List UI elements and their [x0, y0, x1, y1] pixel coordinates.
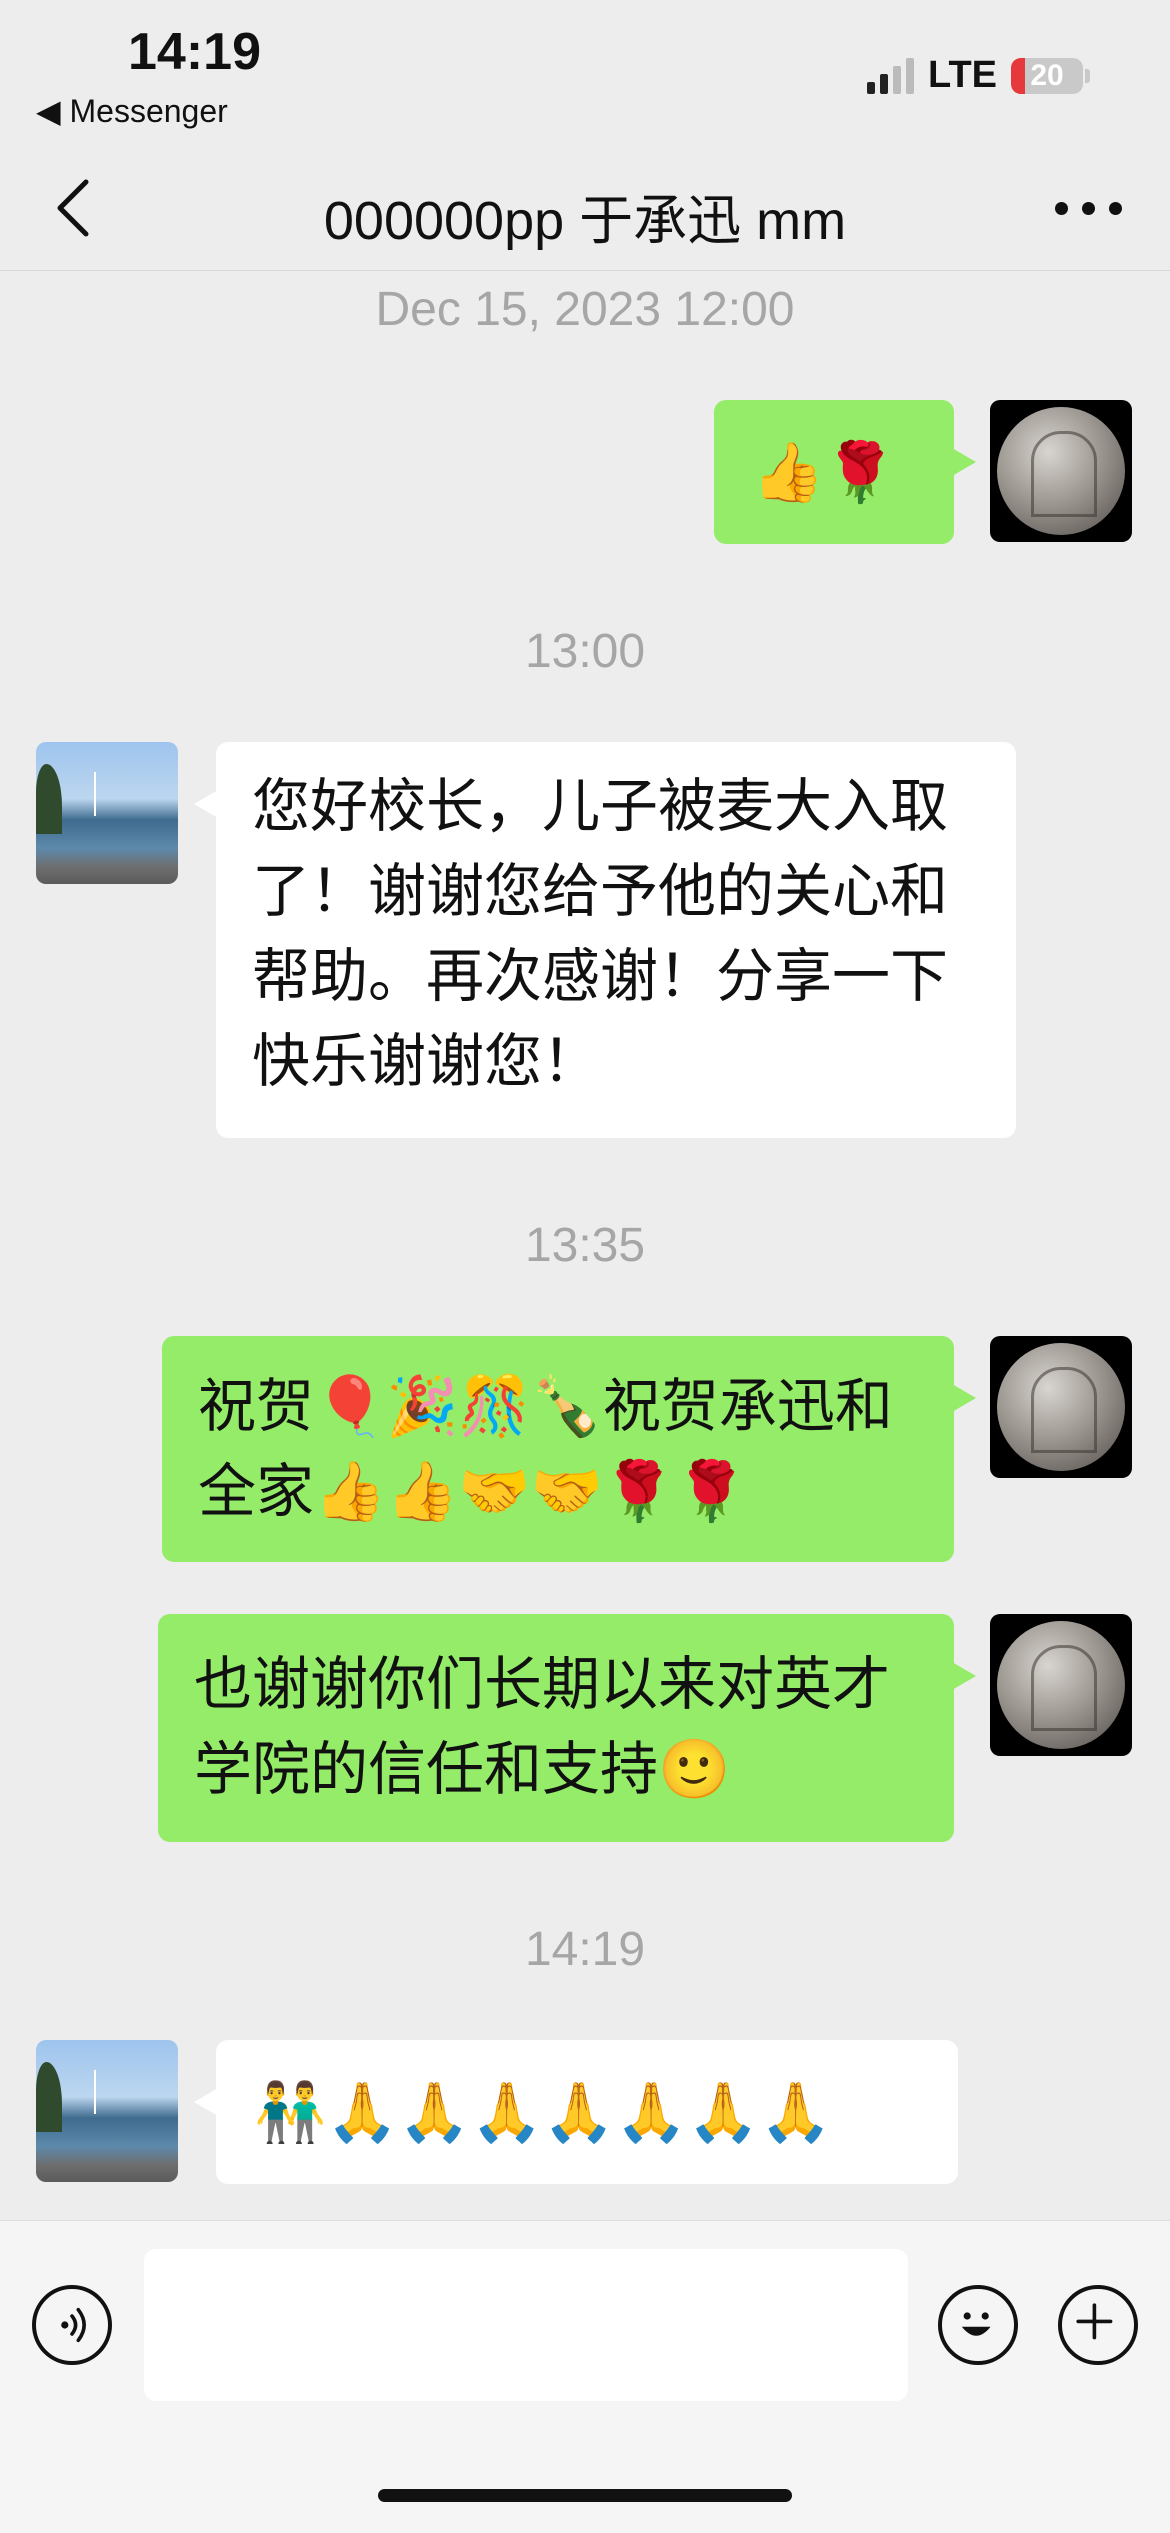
more-dots-icon[interactable]	[1055, 202, 1122, 215]
message-bubble-received[interactable]: 👬🙏🙏🙏🙏🙏🙏🙏	[194, 2040, 958, 2184]
message-text: 您好校长，儿子被麦大入取了！谢谢您给予他的关心和帮助。再次感谢！分享一下快乐谢谢…	[252, 772, 949, 1095]
network-type: LTE	[928, 54, 997, 96]
chat-header: 000000pp 于承迅 mm	[0, 150, 1170, 271]
message-input[interactable]	[144, 2249, 908, 2401]
battery-percent: 20	[1030, 58, 1064, 92]
message-bubble-received[interactable]: 您好校长，儿子被麦大入取了！谢谢您给予他的关心和帮助。再次感谢！分享一下快乐谢谢…	[194, 742, 1016, 1138]
chat-title: 000000pp 于承迅 mm	[323, 191, 847, 251]
timestamp: Dec 15, 2023 12:00	[375, 283, 795, 336]
signal-icon	[867, 57, 915, 94]
my-avatar[interactable]	[990, 1614, 1132, 1756]
plus-icon[interactable]	[1058, 2285, 1138, 2365]
my-avatar[interactable]	[990, 1336, 1132, 1478]
back-triangle-icon: ◀	[36, 93, 61, 129]
status-indicators: LTE 20	[867, 54, 1090, 97]
message-bubble-sent[interactable]: 👍🌹	[714, 400, 976, 544]
input-bar	[0, 2220, 1170, 2533]
emoji-icon[interactable]	[938, 2285, 1018, 2365]
message-bubble-sent[interactable]: 祝贺🎈🎉🎊🍾祝贺承迅和全家👍👍🤝🤝🌹🌹	[162, 1336, 976, 1562]
status-bar: 14:19 ◀ Messenger LTE 20	[0, 0, 1170, 150]
home-indicator	[378, 2489, 792, 2502]
message-text: 祝贺🎈🎉🎊🍾祝贺承迅和全家👍👍🤝🤝🌹🌹	[198, 1372, 893, 1525]
timestamp: 14:19	[524, 1923, 646, 1976]
back-to-app-link[interactable]: ◀ Messenger	[36, 92, 228, 130]
back-app-label: Messenger	[69, 93, 228, 129]
contact-avatar[interactable]	[36, 2040, 178, 2182]
message-text: 也谢谢你们长期以来对英才学院的信任和支持🙂	[194, 1650, 891, 1803]
message-text: 👬🙏🙏🙏🙏🙏🙏🙏	[254, 2078, 832, 2146]
voice-icon[interactable]	[32, 2285, 112, 2365]
timestamp: 13:00	[524, 625, 646, 678]
status-time: 14:19	[128, 23, 261, 81]
my-avatar[interactable]	[990, 400, 1132, 542]
battery-tip	[1085, 68, 1090, 83]
battery-icon: 20	[1011, 57, 1083, 94]
message-text: 👍🌹	[752, 438, 897, 506]
contact-avatar[interactable]	[36, 742, 178, 884]
timestamp: 13:35	[524, 1219, 646, 1272]
message-bubble-sent[interactable]: 也谢谢你们长期以来对英才学院的信任和支持🙂	[158, 1614, 976, 1842]
